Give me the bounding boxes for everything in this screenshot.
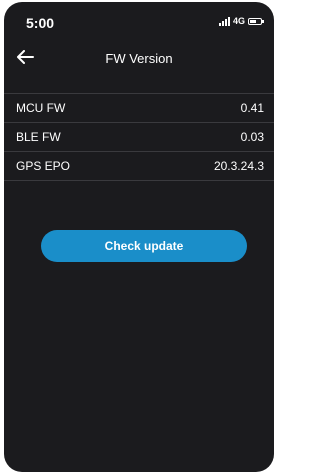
status-time: 5:00	[26, 15, 55, 31]
network-type: 4G	[232, 16, 245, 26]
signal-icon	[218, 16, 230, 26]
firmware-value: 0.03	[240, 130, 264, 144]
status-indicators: 4G	[218, 16, 264, 26]
firmware-value: 20.3.24.3	[213, 159, 264, 173]
phone-screen: 5:00 4G FW Version MCU FW 0.41 BLE FW 0.…	[4, 2, 274, 472]
nav-bar: FW Version	[4, 40, 274, 76]
check-update-button[interactable]: Check update	[41, 230, 247, 262]
firmware-row-gps-epo: GPS EPO 20.3.24.3	[4, 152, 274, 181]
firmware-label: BLE FW	[16, 130, 61, 144]
firmware-label: MCU FW	[16, 101, 66, 115]
page-title: FW Version	[105, 51, 173, 66]
firmware-value: 0.41	[240, 101, 264, 115]
firmware-list: MCU FW 0.41 BLE FW 0.03 GPS EPO 20.3.24.…	[4, 93, 274, 181]
firmware-row-mcu: MCU FW 0.41	[4, 94, 274, 123]
firmware-row-ble: BLE FW 0.03	[4, 123, 274, 152]
battery-icon	[248, 17, 264, 25]
status-bar: 5:00 4G	[4, 2, 274, 38]
firmware-label: GPS EPO	[16, 159, 71, 173]
